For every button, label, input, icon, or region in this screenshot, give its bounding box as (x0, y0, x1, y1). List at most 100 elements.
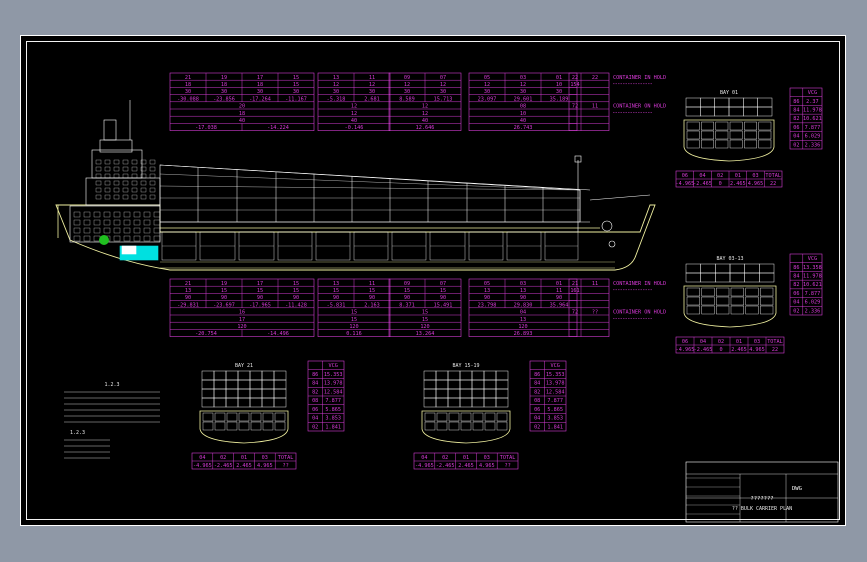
row-code: 04 (700, 339, 706, 345)
bay-number: 11 (369, 75, 375, 81)
bow-thruster (608, 240, 616, 248)
hull-section (421, 410, 511, 444)
legend-number: 161 (570, 288, 579, 294)
window (104, 173, 111, 179)
weight-value: 30 (440, 89, 446, 95)
row-lcg: 13.264 (416, 331, 435, 337)
deck-container (700, 106, 715, 117)
engine-room-cell (93, 227, 101, 234)
tier-code: 86 (793, 99, 799, 105)
bay-number: 13 (333, 281, 339, 287)
lcg-value: 35.189 (550, 96, 569, 102)
row-position-table: 04 -4.965 02 -2.465 01 2.465 03 4.965 TOTAL?? (191, 452, 297, 470)
deck-container (483, 388, 497, 399)
engine-room-cell (133, 211, 141, 218)
deck-container (423, 379, 437, 390)
engine-marker (99, 235, 109, 245)
deck-container (715, 272, 731, 283)
window (131, 180, 138, 186)
lcg-value: -17.264 (249, 96, 271, 102)
legend-note: CONTAINER ON HOLD (613, 310, 666, 316)
legend-note: CONTAINER IN HOLD (613, 281, 666, 287)
hold-container (701, 121, 714, 131)
row-lcg: 26.893 (514, 331, 533, 337)
row-weight: 120 (420, 324, 429, 330)
deck-container (743, 106, 758, 117)
hold-container (729, 130, 743, 140)
bay-number: 21 (185, 281, 191, 287)
hold-container (686, 296, 700, 306)
tier-count: 12 (404, 82, 410, 88)
row-count: 15 (422, 317, 428, 323)
row-count: 08 (520, 104, 526, 110)
row-lcg: -17.038 (195, 125, 217, 131)
row-code: 06 (682, 173, 688, 179)
weight-value: 90 (257, 295, 263, 301)
row-count: 12 (351, 111, 357, 117)
window (149, 173, 156, 179)
engine-room-cell (113, 235, 121, 242)
window (113, 187, 120, 193)
window (122, 194, 129, 200)
deck-container (685, 272, 701, 283)
row-code: 03 (484, 455, 490, 461)
vcg-value: 11.978 (803, 108, 822, 114)
legend-note: CONTAINER ON HOLD (613, 104, 666, 110)
weight-value: 30 (404, 89, 410, 95)
window (95, 166, 102, 172)
vcg-value: 3.853 (325, 416, 341, 422)
tier-count: 15 (293, 82, 299, 88)
vcg-value: 5.865 (325, 407, 341, 413)
deck-container (483, 379, 497, 390)
row-code: 06 (682, 339, 688, 345)
bay-number: 05 (484, 281, 490, 287)
lcg-value: -5.831 (327, 302, 346, 308)
window (95, 159, 102, 165)
hold-container (745, 287, 759, 297)
engine-room-cell (133, 219, 141, 226)
tier-code: 02 (312, 424, 318, 430)
weight-value: 30 (293, 89, 299, 95)
deck-container (213, 370, 227, 381)
window (122, 187, 129, 193)
hold-container (716, 305, 730, 315)
title-block-border (685, 461, 839, 523)
hold-container (238, 412, 250, 422)
tier-code: 04 (312, 416, 318, 422)
vcg-value: 2.37 (806, 99, 819, 105)
legend-number: 72 (572, 104, 578, 110)
tier-code: 86 (793, 265, 799, 271)
engine-room-cell (73, 211, 81, 218)
lcg-value: 23.798 (478, 302, 497, 308)
table-block: 05 03 0112 12 1030 30 3023.097 29.601 35.1890810… (468, 72, 578, 131)
row-distance: 2.465 (458, 463, 474, 469)
hold-container (758, 139, 772, 149)
lcg-value: -11.428 (285, 302, 307, 308)
deck-container (201, 370, 215, 381)
lcg-value: -23.856 (213, 96, 235, 102)
bay-number: 13 (333, 75, 339, 81)
tier-code: 04 (534, 416, 540, 422)
bay-section-bay-03-13: BAY 03-13 VCG 86 13.358 84 11.978 82 10.621 06 7.… (676, 253, 823, 354)
table-legend: 22154722211CONTAINER IN HOLDCONTAINER ON… (568, 72, 666, 131)
tier-count: 13 (185, 288, 191, 294)
row-count: 15 (351, 317, 357, 323)
tier-count: 15 (333, 288, 339, 294)
hold-container (424, 412, 436, 422)
deck-container (237, 397, 251, 408)
window (149, 187, 156, 193)
row-code: 04 (699, 173, 705, 179)
tier-code: 84 (534, 381, 540, 387)
hold-container (202, 412, 214, 422)
hold-container (424, 421, 436, 431)
engine-room-cell (113, 227, 121, 234)
forecastle-deck (589, 194, 651, 201)
deck-container (225, 379, 239, 390)
row-count: 20 (239, 104, 245, 110)
bay-number: 01 (556, 75, 562, 81)
hold-container (484, 412, 496, 422)
tier-code: 02 (793, 308, 799, 314)
superstructure (69, 100, 161, 243)
engine-room-cell (123, 211, 131, 218)
deck-container (447, 370, 461, 381)
